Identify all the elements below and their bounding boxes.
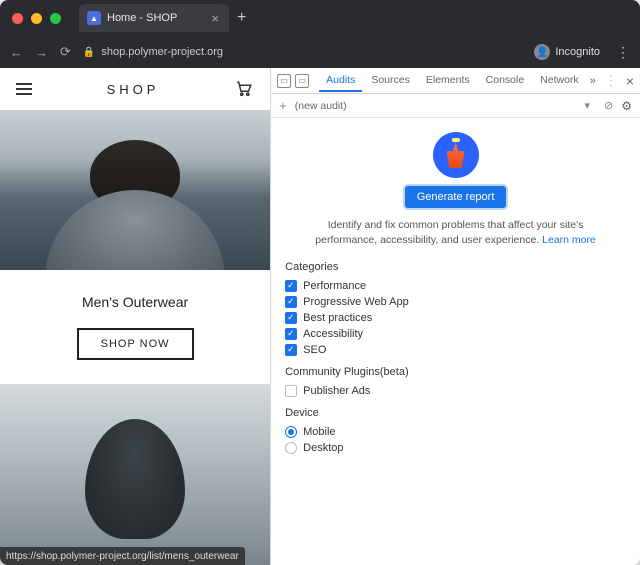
new-audit-icon[interactable]: + — [279, 98, 287, 113]
hero-image-bottom — [0, 384, 270, 565]
checkbox-icon[interactable] — [285, 280, 297, 292]
option-label: Publisher Ads — [303, 385, 370, 397]
option-label: SEO — [303, 344, 326, 356]
devtools-close-icon[interactable]: × — [626, 73, 634, 89]
settings-gear-icon[interactable]: ⚙ — [621, 99, 632, 113]
tab-console[interactable]: Console — [479, 70, 532, 92]
learn-more-link[interactable]: Learn more — [542, 234, 596, 246]
option-label: Accessibility — [303, 328, 363, 340]
tab-close-icon[interactable]: × — [211, 12, 219, 25]
section-title: Men's Outerwear — [0, 294, 270, 310]
webpage: SHOP Men's Outerwear SHOP NOW https://sh… — [0, 68, 270, 565]
generate-report-button[interactable]: Generate report — [405, 186, 507, 208]
devtools-tabs: Audits Sources Elements Console Network — [319, 70, 586, 92]
incognito-indicator[interactable]: 👤 Incognito — [534, 44, 600, 60]
tab-audits[interactable]: Audits — [319, 70, 362, 92]
forward-button[interactable]: → — [35, 45, 48, 60]
incognito-label: Incognito — [555, 46, 600, 58]
checkbox-icon[interactable] — [285, 312, 297, 324]
radio-icon[interactable] — [285, 442, 297, 454]
plugins-title: Community Plugins(beta) — [285, 366, 626, 378]
browser-menu-button[interactable]: ⋮ — [616, 44, 630, 61]
browser-window: ▲ Home - SHOP × + ← → ⟳ 🔒 shop.polymer-p… — [0, 0, 640, 565]
window-close-button[interactable] — [12, 13, 23, 24]
audits-subbar: + (new audit) ▾ ⊘ ⚙ — [271, 94, 640, 118]
reload-button[interactable]: ⟳ — [60, 44, 71, 60]
category-option[interactable]: SEO — [285, 342, 626, 358]
category-option[interactable]: Progressive Web App — [285, 294, 626, 310]
option-label: Mobile — [303, 426, 335, 438]
inspect-element-icon[interactable]: ▭ — [277, 74, 291, 88]
browser-toolbar: ← → ⟳ 🔒 shop.polymer-project.org 👤 Incog… — [0, 36, 640, 68]
hero-image-top — [0, 110, 270, 270]
lighthouse-logo-icon — [433, 132, 479, 178]
address-bar[interactable]: 🔒 shop.polymer-project.org — [83, 46, 522, 58]
more-tabs-icon[interactable]: » — [590, 75, 596, 87]
lock-icon: 🔒 — [83, 47, 95, 58]
devtools-panel: ▭ ▭ Audits Sources Elements Console Netw… — [270, 68, 640, 565]
url-text: shop.polymer-project.org — [101, 46, 223, 58]
new-tab-button[interactable]: + — [237, 9, 246, 27]
category-option[interactable]: Accessibility — [285, 326, 626, 342]
incognito-icon: 👤 — [534, 44, 550, 60]
tab-elements[interactable]: Elements — [419, 70, 477, 92]
window-minimize-button[interactable] — [31, 13, 42, 24]
option-label: Desktop — [303, 442, 343, 454]
audits-body: Generate report Identify and fix common … — [271, 118, 640, 565]
tab-sources[interactable]: Sources — [364, 70, 417, 92]
cart-icon[interactable] — [234, 80, 254, 98]
tab-network[interactable]: Network — [533, 70, 586, 92]
option-label: Best practices — [303, 312, 372, 324]
audits-description: Identify and fix common problems that af… — [285, 218, 626, 247]
option-label: Performance — [303, 280, 366, 292]
device-title: Device — [285, 407, 626, 419]
back-button[interactable]: ← — [10, 45, 23, 60]
hamburger-menu-icon[interactable] — [16, 83, 32, 95]
audit-selector[interactable]: (new audit) — [295, 100, 577, 112]
categories-title: Categories — [285, 261, 626, 273]
radio-icon[interactable] — [285, 426, 297, 438]
plugin-option[interactable]: Publisher Ads — [285, 383, 626, 399]
window-maximize-button[interactable] — [50, 13, 61, 24]
category-option[interactable]: Performance — [285, 278, 626, 294]
status-bar: https://shop.polymer-project.org/list/me… — [0, 547, 245, 565]
tab-strip: ▲ Home - SHOP × + — [79, 4, 628, 32]
shop-now-button[interactable]: SHOP NOW — [77, 328, 194, 360]
category-option[interactable]: Best practices — [285, 310, 626, 326]
site-logo[interactable]: SHOP — [107, 82, 160, 97]
chevron-down-icon[interactable]: ▾ — [584, 99, 590, 112]
site-header: SHOP — [0, 68, 270, 110]
content-area: SHOP Men's Outerwear SHOP NOW https://sh… — [0, 68, 640, 565]
favicon-icon: ▲ — [87, 11, 101, 25]
device-option[interactable]: Mobile — [285, 424, 626, 440]
section-block: Men's Outerwear SHOP NOW — [0, 270, 270, 384]
tab-title: Home - SHOP — [107, 12, 205, 24]
devtools-tabbar: ▭ ▭ Audits Sources Elements Console Netw… — [271, 68, 640, 94]
status-url: https://shop.polymer-project.org/list/me… — [6, 551, 239, 562]
device-toggle-icon[interactable]: ▭ — [295, 74, 309, 88]
checkbox-icon[interactable] — [285, 296, 297, 308]
window-titlebar: ▲ Home - SHOP × + — [0, 0, 640, 36]
devtools-menu-icon[interactable]: ⋮ — [604, 72, 618, 89]
checkbox-icon[interactable] — [285, 344, 297, 356]
device-option[interactable]: Desktop — [285, 440, 626, 456]
browser-tab[interactable]: ▲ Home - SHOP × — [79, 4, 229, 32]
checkbox-icon[interactable] — [285, 328, 297, 340]
checkbox-icon[interactable] — [285, 385, 297, 397]
clear-icon[interactable]: ⊘ — [604, 99, 613, 112]
option-label: Progressive Web App — [303, 296, 409, 308]
